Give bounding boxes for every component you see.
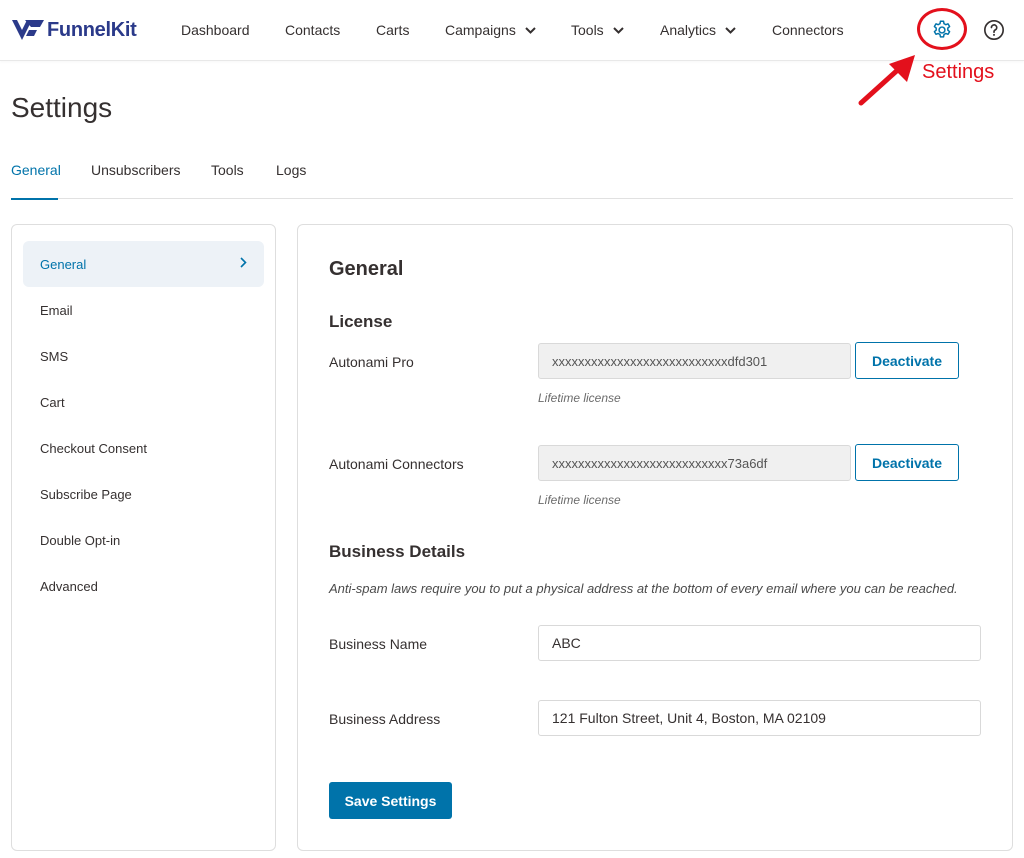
nav-connectors-label: Connectors [772, 22, 844, 38]
sidebar-item-general[interactable]: General [23, 241, 264, 287]
business-name-input[interactable]: ABC [538, 625, 981, 661]
sidebar-item-label: General [40, 256, 87, 272]
nav-contacts[interactable]: Contacts [285, 22, 340, 38]
sidebar-item-label: Subscribe Page [40, 486, 132, 502]
nav-tools-label: Tools [571, 22, 604, 38]
sidebar-item-label: Advanced [40, 578, 98, 594]
license-connectors-label: Autonami Connectors [329, 456, 464, 472]
sidebar-item-label: SMS [40, 348, 69, 364]
red-arrow-annotation [858, 55, 915, 106]
tab-logs-label: Logs [276, 162, 307, 178]
settings-annotation-label: Settings [922, 61, 995, 83]
nav-carts[interactable]: Carts [376, 22, 409, 38]
question-circle-icon [984, 20, 1004, 40]
help-button[interactable] [979, 15, 1009, 45]
nav-dashboard[interactable]: Dashboard [181, 22, 250, 38]
nav-analytics[interactable]: Analytics [660, 22, 736, 38]
nav-campaigns-label: Campaigns [445, 22, 516, 38]
business-details-title: Business Details [329, 542, 466, 561]
nav-dashboard-label: Dashboard [181, 22, 250, 38]
settings-tabs: General Unsubscribers Tools Logs [11, 162, 1013, 200]
tab-logs[interactable]: Logs [276, 162, 306, 199]
chevron-right-icon [240, 257, 247, 268]
chevron-down-icon [525, 26, 536, 34]
sidebar-item-label: Double Opt-in [40, 532, 121, 548]
nav-campaigns[interactable]: Campaigns [445, 22, 536, 38]
nav-contacts-label: Contacts [285, 22, 341, 38]
license-pro-label: Autonami Pro [329, 354, 414, 370]
license-pro-hint: Lifetime license [538, 391, 621, 405]
license-pro-key-field: xxxxxxxxxxxxxxxxxxxxxxxxxxxdfd301 [538, 343, 851, 379]
sidebar-item-label: Cart [40, 394, 65, 410]
license-section-title: License [329, 312, 393, 331]
save-settings-button[interactable]: Save Settings [329, 782, 452, 819]
funnelkit-logo-mark-icon [12, 20, 44, 40]
anti-spam-note: Anti-spam laws require you to put a phys… [329, 581, 958, 596]
sidebar-item-checkout-consent[interactable]: Checkout Consent [23, 425, 264, 471]
nav-connectors[interactable]: Connectors [772, 22, 844, 38]
chevron-down-icon [725, 26, 736, 34]
sidebar-item-cart[interactable]: Cart [23, 379, 264, 425]
sidebar-item-email[interactable]: Email [23, 287, 264, 333]
business-name-label: Business Name [329, 636, 428, 652]
sidebar-item-double-opt-in[interactable]: Double Opt-in [23, 517, 264, 563]
settings-sidebar: General Email SMS Cart Checkout Consent … [11, 224, 276, 851]
page-title: Settings [11, 92, 113, 123]
sidebar-item-sms[interactable]: SMS [23, 333, 264, 379]
tab-general-label: General [11, 162, 61, 178]
deactivate-pro-button[interactable]: Deactivate [855, 342, 959, 379]
nav-carts-label: Carts [376, 22, 410, 38]
sidebar-item-subscribe-page[interactable]: Subscribe Page [23, 471, 264, 517]
sidebar-item-label: Email [40, 302, 73, 318]
tab-unsubscribers-label: Unsubscribers [91, 162, 181, 178]
tab-general[interactable]: General [11, 162, 61, 200]
tab-tools[interactable]: Tools [211, 162, 244, 199]
sidebar-item-advanced[interactable]: Advanced [23, 563, 264, 609]
tab-tools-label: Tools [211, 162, 244, 178]
settings-highlight-ring [917, 8, 967, 50]
funnelkit-logo[interactable]: FunnelKit [11, 17, 137, 43]
deactivate-connectors-button[interactable]: Deactivate [855, 444, 959, 481]
license-connectors-hint: Lifetime license [538, 493, 621, 507]
general-settings-panel: General License Autonami Pro xxxxxxxxxxx… [297, 224, 1013, 851]
nav-tools[interactable]: Tools [571, 22, 624, 38]
business-address-label: Business Address [329, 711, 441, 727]
nav-analytics-label: Analytics [660, 22, 717, 38]
sidebar-item-label: Checkout Consent [40, 440, 147, 456]
panel-title: General [329, 258, 404, 280]
brand-name: FunnelKit [47, 18, 137, 41]
business-address-input[interactable]: 121 Fulton Street, Unit 4, Boston, MA 02… [538, 700, 981, 736]
chevron-down-icon [612, 26, 624, 34]
tab-unsubscribers[interactable]: Unsubscribers [91, 162, 180, 199]
license-connectors-key-field: xxxxxxxxxxxxxxxxxxxxxxxxxxx73a6df [538, 445, 851, 481]
